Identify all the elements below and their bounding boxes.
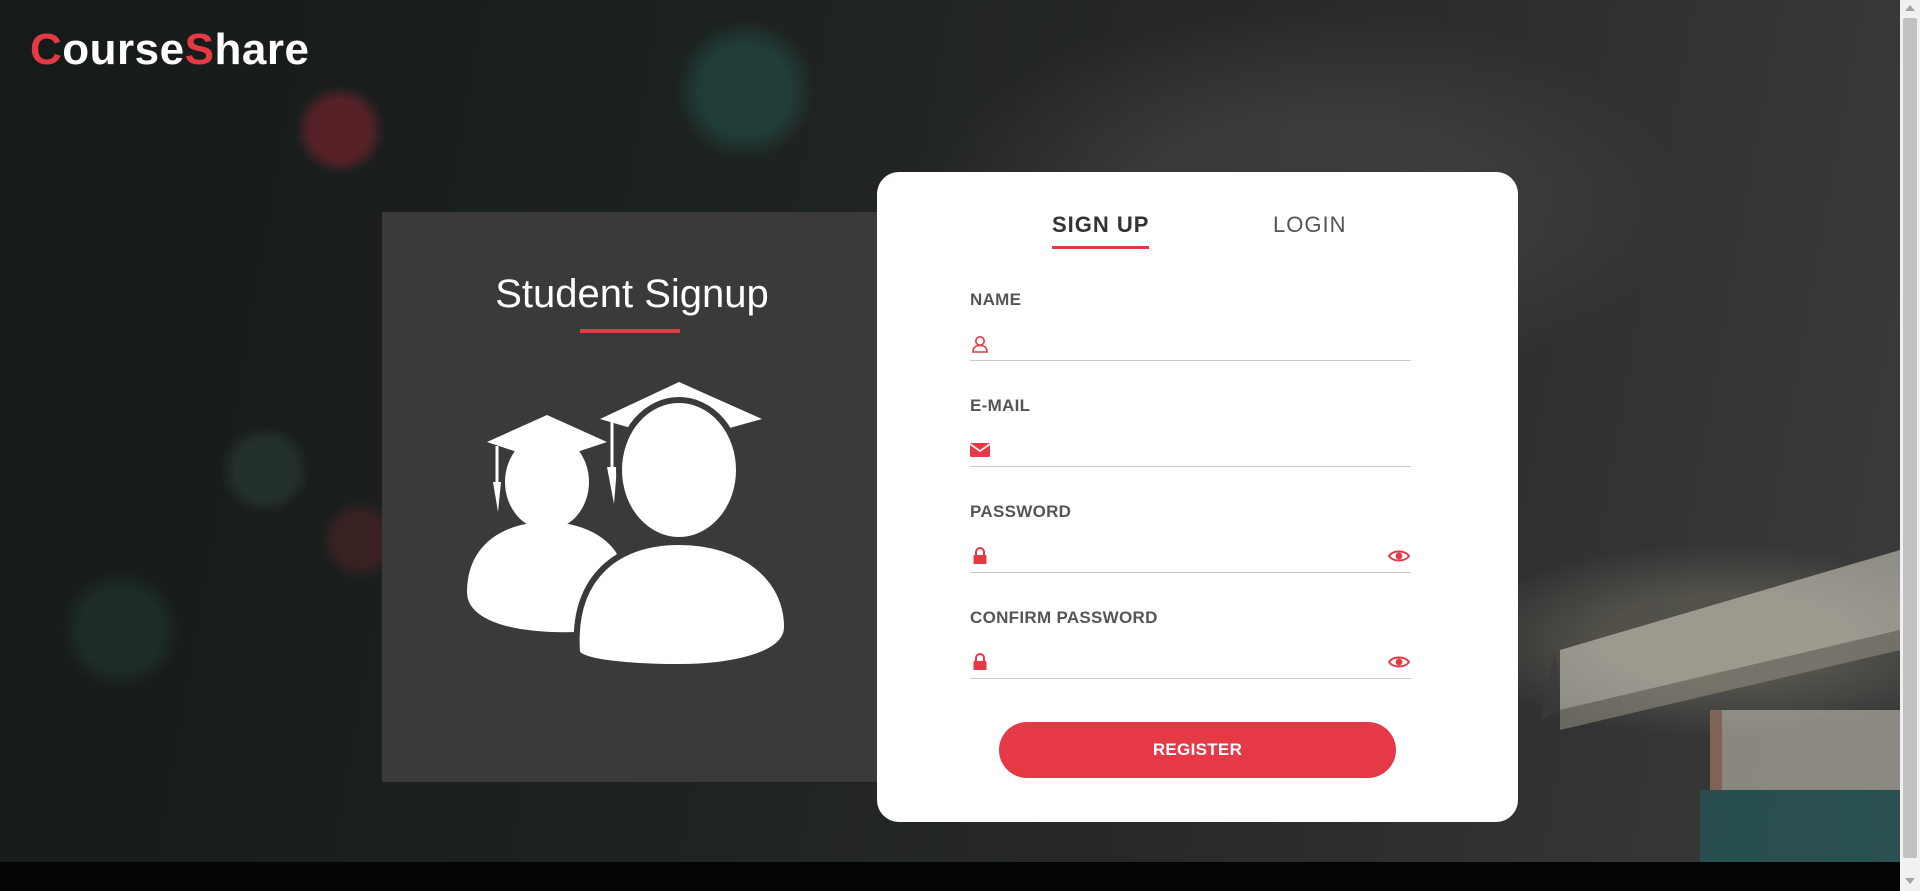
scroll-up-icon[interactable]: [1905, 5, 1915, 11]
password-input-wrap: [970, 538, 1411, 573]
confirm-password-field-group: CONFIRM PASSWORD: [970, 608, 1411, 688]
logo-part-ourse: ourse: [62, 25, 185, 74]
name-input-wrap: [970, 326, 1411, 361]
logo-part-hare: hare: [214, 25, 310, 74]
user-icon: [972, 336, 988, 353]
tab-login[interactable]: LOGIN: [1273, 212, 1346, 246]
password-input[interactable]: [1000, 542, 1374, 570]
scroll-down-icon[interactable]: [1905, 878, 1915, 884]
eye-icon[interactable]: [1388, 653, 1410, 671]
graduates-icon: [467, 382, 791, 671]
signup-card: SIGN UP LOGIN NAME E-MAIL PASSWORD CONFI…: [877, 172, 1518, 822]
lock-icon: [973, 653, 987, 670]
name-label: NAME: [970, 290, 1022, 309]
password-field-group: PASSWORD: [970, 502, 1411, 582]
brand-logo[interactable]: CourseShare: [30, 25, 309, 75]
title-underline: [580, 329, 680, 333]
confirm-password-label: CONFIRM PASSWORD: [970, 608, 1158, 627]
email-label: E-MAIL: [970, 396, 1031, 415]
email-input[interactable]: [1000, 436, 1374, 464]
scrollbar-thumb[interactable]: [1903, 18, 1917, 858]
logo-letter-c: C: [30, 25, 63, 74]
footer-strip: [0, 862, 1900, 891]
lock-icon: [973, 547, 987, 564]
logo-letter-s: S: [184, 25, 215, 74]
panel-title: Student Signup: [495, 272, 769, 316]
email-input-wrap: [970, 432, 1411, 467]
books-illustration: [1540, 550, 1900, 862]
envelope-icon: [970, 443, 990, 457]
name-input[interactable]: [1000, 330, 1374, 358]
password-label: PASSWORD: [970, 502, 1072, 521]
email-field-group: E-MAIL: [970, 396, 1411, 476]
signup-side-panel: Student Signup: [382, 212, 882, 782]
confirm-password-input[interactable]: [1000, 648, 1374, 676]
confirm-password-input-wrap: [970, 644, 1411, 679]
name-field-group: NAME: [970, 290, 1411, 370]
tab-signup[interactable]: SIGN UP: [1052, 212, 1150, 249]
auth-tabs: SIGN UP LOGIN: [877, 212, 1518, 262]
eye-icon[interactable]: [1388, 547, 1410, 565]
register-button[interactable]: REGISTER: [999, 722, 1396, 778]
